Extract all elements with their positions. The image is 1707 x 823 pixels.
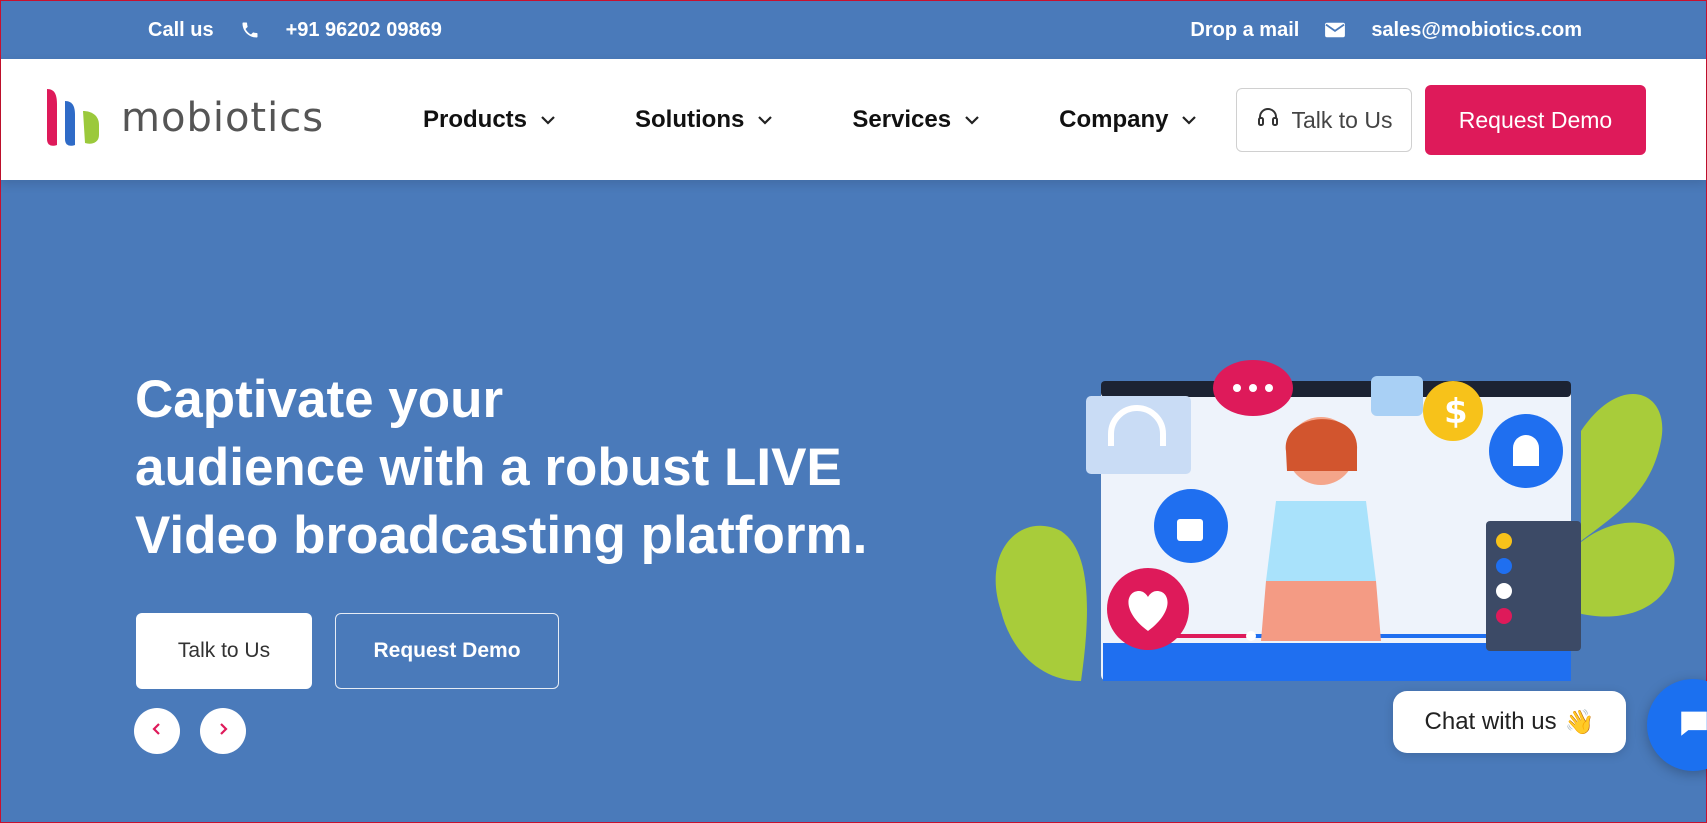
chevron-left-icon [149,721,165,742]
logo-text: mobiotics [121,95,325,141]
girl-skirt [1261,581,1381,641]
chevron-right-icon [215,721,231,742]
hero-title-line: Captivate your [135,370,504,429]
mobiotics-logo-icon [47,89,99,146]
headset-icon [1256,105,1280,135]
chat-with-us-bubble[interactable]: Chat with us 👋 [1393,691,1626,753]
window-titlebar [1101,381,1571,397]
logo[interactable]: mobiotics [41,85,324,151]
call-group: Call us +91 96202 09869 [148,18,442,42]
phone-number-link[interactable]: +91 96202 09869 [286,19,442,42]
menu-solutions[interactable]: Solutions [635,106,774,134]
hero-illustration: $ [995,360,1675,681]
svg-text:$: $ [1444,392,1468,432]
nav-talk-label: Talk to Us [1291,106,1393,133]
email-link[interactable]: sales@mobiotics.com [1371,19,1582,42]
carousel-next-button[interactable] [200,708,246,754]
nav-request-demo-button[interactable]: Request Demo [1425,85,1646,155]
main-menu: Products Solutions Services Company [423,59,1276,180]
menu-company[interactable]: Company [1059,106,1198,134]
hero-title-line: audience with a robust LIVE [135,438,842,497]
mail-label: Drop a mail [1190,18,1300,41]
chat-label: Chat with us [1424,708,1557,735]
chat-icon [1677,706,1707,745]
menu-label: Company [1059,105,1169,133]
chevron-down-icon [1180,111,1198,129]
girl-shirt [1266,501,1376,581]
chevron-down-icon [539,111,557,129]
nav-talk-button[interactable]: Talk to Us [1236,88,1412,152]
carousel-prev-button[interactable] [134,708,180,754]
chevron-down-icon [963,111,981,129]
menu-services[interactable]: Services [852,106,981,134]
leaf-right [1581,393,1663,541]
mail-icon [1323,18,1347,42]
top-contact-bar: Call us +91 96202 09869 Drop a mail sale… [1,1,1706,59]
hero-talk-button[interactable]: Talk to Us [136,613,312,689]
hero-request-demo-button[interactable]: Request Demo [335,613,559,689]
menu-label: Solutions [635,105,745,133]
phone-icon [238,18,262,42]
menu-label: Products [423,105,528,133]
main-navbar: mobiotics Products Solutions Services Co… [1,59,1706,180]
wave-emoji-icon: 👋 [1564,708,1595,736]
hero-title-line: Video broadcasting platform. [135,506,868,565]
heart-bubble [1371,376,1423,416]
progress-knob [1246,631,1256,641]
call-label: Call us [148,18,214,41]
mail-group: Drop a mail sales@mobiotics.com [1190,18,1582,42]
menu-label: Services [852,105,952,133]
hero-title: Captivate your audience with a robust LI… [135,366,935,570]
leaf-left [995,525,1087,681]
chevron-down-icon [756,111,774,129]
menu-products[interactable]: Products [423,106,557,134]
